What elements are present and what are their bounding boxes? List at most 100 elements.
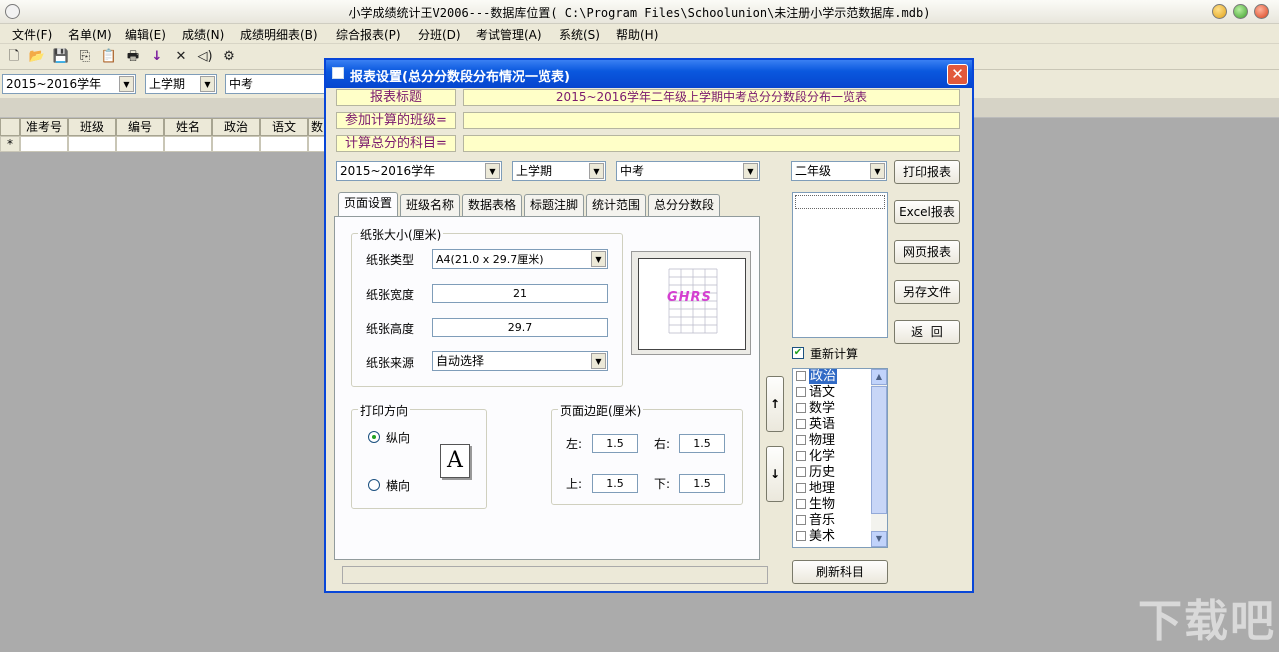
- paste-icon[interactable]: 📋: [100, 48, 118, 66]
- grade-select[interactable]: 二年级 ▼: [791, 161, 887, 181]
- tab-score-bands[interactable]: 总分分数段: [648, 194, 720, 216]
- grid-header-name[interactable]: 姓名: [164, 118, 212, 136]
- margin-bottom-input[interactable]: 1.5: [679, 474, 725, 493]
- menu-system[interactable]: 系统(S): [559, 26, 600, 43]
- subjects-field[interactable]: [463, 135, 960, 152]
- menu-roster[interactable]: 名单(M): [68, 26, 112, 43]
- year-select[interactable]: 2015~2016学年 ▼: [2, 74, 136, 94]
- menu-help[interactable]: 帮助(H): [616, 26, 658, 43]
- menu-classes[interactable]: 分班(D): [418, 26, 461, 43]
- checkbox-icon[interactable]: [796, 531, 806, 541]
- save-as-button[interactable]: 另存文件: [894, 280, 960, 304]
- menu-edit[interactable]: 编辑(E): [125, 26, 166, 43]
- classes-field[interactable]: [463, 112, 960, 129]
- term-select[interactable]: 上学期 ▼: [145, 74, 217, 94]
- checkbox-icon[interactable]: [796, 467, 806, 477]
- back-button[interactable]: 返 回: [894, 320, 960, 344]
- tab-stat-range[interactable]: 统计范围: [586, 194, 646, 216]
- move-down-button[interactable]: ↓: [766, 446, 784, 502]
- checkbox-icon[interactable]: [796, 419, 806, 429]
- chevron-down-icon[interactable]: ▼: [200, 76, 215, 92]
- speaker-icon[interactable]: ◁): [196, 48, 214, 66]
- grid-header-number[interactable]: 编号: [116, 118, 164, 136]
- list-item[interactable]: 地理: [793, 481, 835, 497]
- chevron-down-icon[interactable]: ▼: [591, 353, 606, 369]
- paper-source-select[interactable]: 自动选择 ▼: [432, 351, 608, 371]
- list-item[interactable]: 美术: [793, 529, 835, 545]
- menu-reports[interactable]: 综合报表(P): [336, 26, 401, 43]
- chevron-down-icon[interactable]: ▼: [485, 163, 500, 179]
- copy-icon[interactable]: ⎘: [76, 48, 94, 66]
- list-item[interactable]: 生物: [793, 497, 835, 513]
- chevron-down-icon[interactable]: ▼: [743, 163, 758, 179]
- checkbox-icon[interactable]: [796, 435, 806, 445]
- grid-header-exam-id[interactable]: 准考号: [20, 118, 68, 136]
- checkbox-icon[interactable]: [796, 387, 806, 397]
- chevron-down-icon[interactable]: ▼: [119, 76, 134, 92]
- grid-cell[interactable]: [164, 136, 212, 152]
- list-item[interactable]: 数学: [793, 401, 835, 417]
- menu-score-details[interactable]: 成绩明细表(B): [240, 26, 318, 43]
- grid-cell[interactable]: [68, 136, 116, 152]
- list-item[interactable]: 历史: [793, 465, 835, 481]
- grid-cell[interactable]: [20, 136, 68, 152]
- minimize-button[interactable]: [1212, 4, 1227, 19]
- chevron-down-icon[interactable]: ▼: [870, 163, 885, 179]
- tab-page-setup[interactable]: 页面设置: [338, 192, 398, 217]
- grid-header-class[interactable]: 班级: [68, 118, 116, 136]
- portrait-radio[interactable]: [368, 431, 380, 443]
- checkbox-icon[interactable]: [796, 483, 806, 493]
- dialog-exam-select[interactable]: 中考 ▼: [616, 161, 760, 181]
- scroll-thumb[interactable]: [871, 386, 887, 514]
- scroll-down-icon[interactable]: ▼: [871, 531, 887, 547]
- close-window-button[interactable]: [1254, 4, 1269, 19]
- grid-cell[interactable]: [116, 136, 164, 152]
- menu-exam-management[interactable]: 考试管理(A): [476, 26, 542, 43]
- chevron-down-icon[interactable]: ▼: [591, 251, 606, 267]
- margin-top-input[interactable]: 1.5: [592, 474, 638, 493]
- refresh-subjects-button[interactable]: 刷新科目: [792, 560, 888, 584]
- scroll-up-icon[interactable]: ▲: [871, 369, 887, 385]
- print-icon[interactable]: 🖶: [124, 48, 142, 66]
- checkbox-icon[interactable]: [796, 515, 806, 525]
- paper-height-input[interactable]: 29.7: [432, 318, 608, 337]
- dialog-term-select[interactable]: 上学期 ▼: [512, 161, 606, 181]
- subjects-listbox[interactable]: 政治 语文 数学 英语 物理 化学 历史 地理 生物 音乐 美术 ▲ ▼: [792, 368, 888, 548]
- paper-type-select[interactable]: A4(21.0 x 29.7厘米) ▼: [432, 249, 608, 269]
- tab-data-table[interactable]: 数据表格: [462, 194, 522, 216]
- list-item[interactable]: 音乐: [793, 513, 835, 529]
- exam-select[interactable]: 中考: [225, 74, 325, 94]
- dialog-close-button[interactable]: ✕: [947, 64, 968, 85]
- margin-right-input[interactable]: 1.5: [679, 434, 725, 453]
- recalc-checkbox[interactable]: ✔: [792, 347, 804, 359]
- paper-width-input[interactable]: 21: [432, 284, 608, 303]
- list-item[interactable]: 语文: [793, 385, 835, 401]
- dialog-year-select[interactable]: 2015~2016学年 ▼: [336, 161, 502, 181]
- list-item[interactable]: 英语: [793, 417, 835, 433]
- checkbox-icon[interactable]: [796, 403, 806, 413]
- list-item[interactable]: 政治: [793, 369, 838, 385]
- maximize-button[interactable]: [1233, 4, 1248, 19]
- landscape-radio[interactable]: [368, 479, 380, 491]
- settings-icon[interactable]: ⚙: [220, 48, 238, 66]
- arrow-down-icon[interactable]: ↓: [148, 48, 166, 66]
- class-listbox[interactable]: [792, 192, 888, 338]
- checkbox-icon[interactable]: [796, 371, 806, 381]
- new-icon[interactable]: 🗋: [5, 48, 23, 66]
- save-icon[interactable]: 💾: [52, 48, 70, 66]
- print-report-button[interactable]: 打印报表: [894, 160, 960, 184]
- delete-icon[interactable]: ✕: [172, 48, 190, 66]
- grid-cell[interactable]: [260, 136, 308, 152]
- list-item[interactable]: [795, 195, 885, 209]
- menu-file[interactable]: 文件(F): [12, 26, 52, 43]
- web-report-button[interactable]: 网页报表: [894, 240, 960, 264]
- list-item[interactable]: 物理: [793, 433, 835, 449]
- margin-left-input[interactable]: 1.5: [592, 434, 638, 453]
- checkbox-icon[interactable]: [796, 451, 806, 461]
- tab-class-names[interactable]: 班级名称: [400, 194, 460, 216]
- chevron-down-icon[interactable]: ▼: [589, 163, 604, 179]
- open-icon[interactable]: 📂: [28, 48, 46, 66]
- grid-header-politics[interactable]: 政治: [212, 118, 260, 136]
- subjects-scrollbar[interactable]: ▲ ▼: [871, 369, 887, 547]
- menu-scores[interactable]: 成绩(N): [182, 26, 224, 43]
